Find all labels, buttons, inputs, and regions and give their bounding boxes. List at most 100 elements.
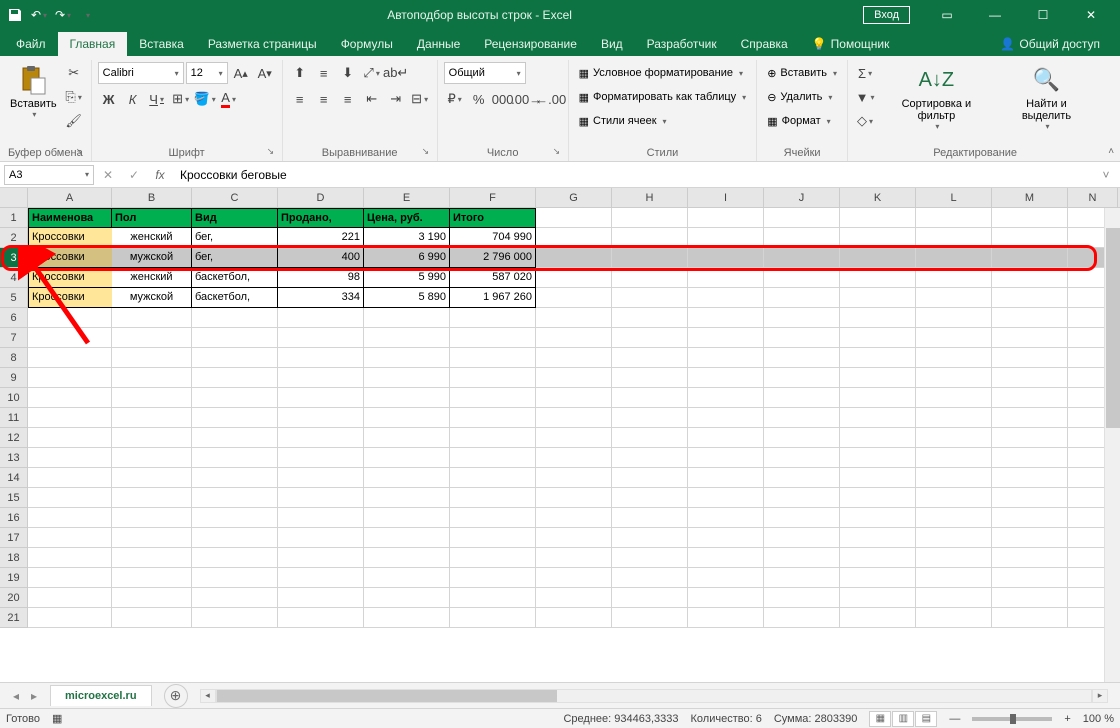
sheet-nav-prev-icon[interactable]: ◂ [8, 689, 24, 703]
cell[interactable] [612, 348, 688, 368]
cell[interactable] [536, 548, 612, 568]
cell[interactable] [916, 308, 992, 328]
cut-icon[interactable]: ✂ [63, 62, 85, 84]
cell[interactable] [612, 368, 688, 388]
cell[interactable] [840, 408, 916, 428]
delete-cells-button[interactable]: ⊖Удалить▾ [763, 86, 841, 108]
cell[interactable] [28, 508, 112, 528]
row-header-1[interactable]: 1 [0, 208, 28, 228]
format-painter-icon[interactable]: 🖌 [63, 110, 85, 132]
cell[interactable] [450, 488, 536, 508]
cell[interactable] [992, 508, 1068, 528]
autosum-icon[interactable]: Σ▾ [854, 62, 876, 84]
cell[interactable] [364, 548, 450, 568]
cell[interactable] [536, 228, 612, 248]
cell[interactable]: 6 990 [364, 248, 450, 268]
cell[interactable] [364, 608, 450, 628]
cell[interactable] [992, 328, 1068, 348]
name-box[interactable]: A3▾ [4, 165, 94, 185]
cell[interactable]: 221 [278, 228, 364, 248]
italic-icon[interactable]: К [122, 88, 144, 110]
row-header-4[interactable]: 4 [0, 268, 28, 288]
cell[interactable] [612, 428, 688, 448]
col-header-E[interactable]: E [364, 188, 450, 207]
ribbon-display-options-icon[interactable]: ▭ [924, 0, 970, 30]
tab-review[interactable]: Рецензирование [472, 32, 589, 56]
cell[interactable] [278, 368, 364, 388]
share-button[interactable]: 👤Общий доступ [988, 32, 1112, 56]
find-select-button[interactable]: 🔍 Найти и выделить▾ [997, 62, 1097, 133]
cell[interactable] [992, 428, 1068, 448]
cell[interactable] [916, 208, 992, 228]
cell[interactable] [612, 488, 688, 508]
cell[interactable] [916, 508, 992, 528]
cell[interactable] [916, 488, 992, 508]
cell[interactable] [536, 308, 612, 328]
cell[interactable] [916, 548, 992, 568]
cell[interactable] [840, 348, 916, 368]
cell[interactable] [536, 408, 612, 428]
cell[interactable] [612, 328, 688, 348]
fill-icon[interactable]: ▼▾ [854, 86, 876, 108]
cell[interactable] [192, 508, 278, 528]
cell[interactable] [278, 348, 364, 368]
cell[interactable] [28, 428, 112, 448]
cell[interactable] [764, 488, 840, 508]
cell[interactable] [112, 388, 192, 408]
decrease-decimal-icon[interactable]: ←.00 [540, 88, 562, 110]
cell[interactable] [916, 448, 992, 468]
cell[interactable]: 98 [278, 268, 364, 288]
row-header-16[interactable]: 16 [0, 508, 28, 528]
cell[interactable] [192, 428, 278, 448]
cell[interactable] [688, 228, 764, 248]
cell[interactable] [450, 368, 536, 388]
orientation-icon[interactable]: ⤢▾ [361, 62, 383, 84]
macro-recorder-icon[interactable]: ▦ [52, 712, 62, 725]
cell[interactable]: 5 890 [364, 288, 450, 308]
align-bottom-icon[interactable]: ⬇ [337, 62, 359, 84]
cell[interactable] [688, 468, 764, 488]
sheet-nav-next-icon[interactable]: ▸ [26, 689, 42, 703]
cell[interactable] [992, 548, 1068, 568]
cell[interactable] [28, 568, 112, 588]
cell[interactable] [992, 308, 1068, 328]
cell[interactable] [278, 488, 364, 508]
minimize-icon[interactable]: — [972, 0, 1018, 30]
tab-view[interactable]: Вид [589, 32, 635, 56]
col-header-G[interactable]: G [536, 188, 612, 207]
row-header-17[interactable]: 17 [0, 528, 28, 548]
cell[interactable] [992, 448, 1068, 468]
cell[interactable] [364, 508, 450, 528]
cell[interactable] [28, 608, 112, 628]
cell[interactable] [688, 568, 764, 588]
cell[interactable] [688, 368, 764, 388]
cell[interactable] [764, 248, 840, 268]
cell[interactable] [916, 328, 992, 348]
row-header-2[interactable]: 2 [0, 228, 28, 248]
cell[interactable] [992, 268, 1068, 288]
cell[interactable] [764, 228, 840, 248]
cell[interactable] [450, 468, 536, 488]
cell[interactable] [364, 308, 450, 328]
cell[interactable] [764, 268, 840, 288]
cell[interactable] [840, 528, 916, 548]
format-cells-button[interactable]: ▦Формат▾ [763, 110, 841, 132]
clipboard-dialog-launcher[interactable]: ↘ [76, 146, 88, 158]
cell[interactable]: Вид [192, 208, 278, 228]
cell[interactable] [688, 248, 764, 268]
expand-formula-bar-icon[interactable]: ˅ [1096, 168, 1116, 182]
cell[interactable] [112, 408, 192, 428]
cell[interactable] [192, 348, 278, 368]
cell[interactable] [364, 488, 450, 508]
cell[interactable] [612, 228, 688, 248]
cell[interactable] [536, 368, 612, 388]
cell[interactable] [112, 328, 192, 348]
cell[interactable]: женский [112, 228, 192, 248]
row-header-7[interactable]: 7 [0, 328, 28, 348]
cell[interactable] [764, 428, 840, 448]
cell[interactable] [612, 388, 688, 408]
insert-cells-button[interactable]: ⊕Вставить▾ [763, 62, 841, 84]
cell[interactable] [612, 528, 688, 548]
cell[interactable] [364, 428, 450, 448]
sheet-tab[interactable]: microexcel.ru [50, 685, 152, 706]
